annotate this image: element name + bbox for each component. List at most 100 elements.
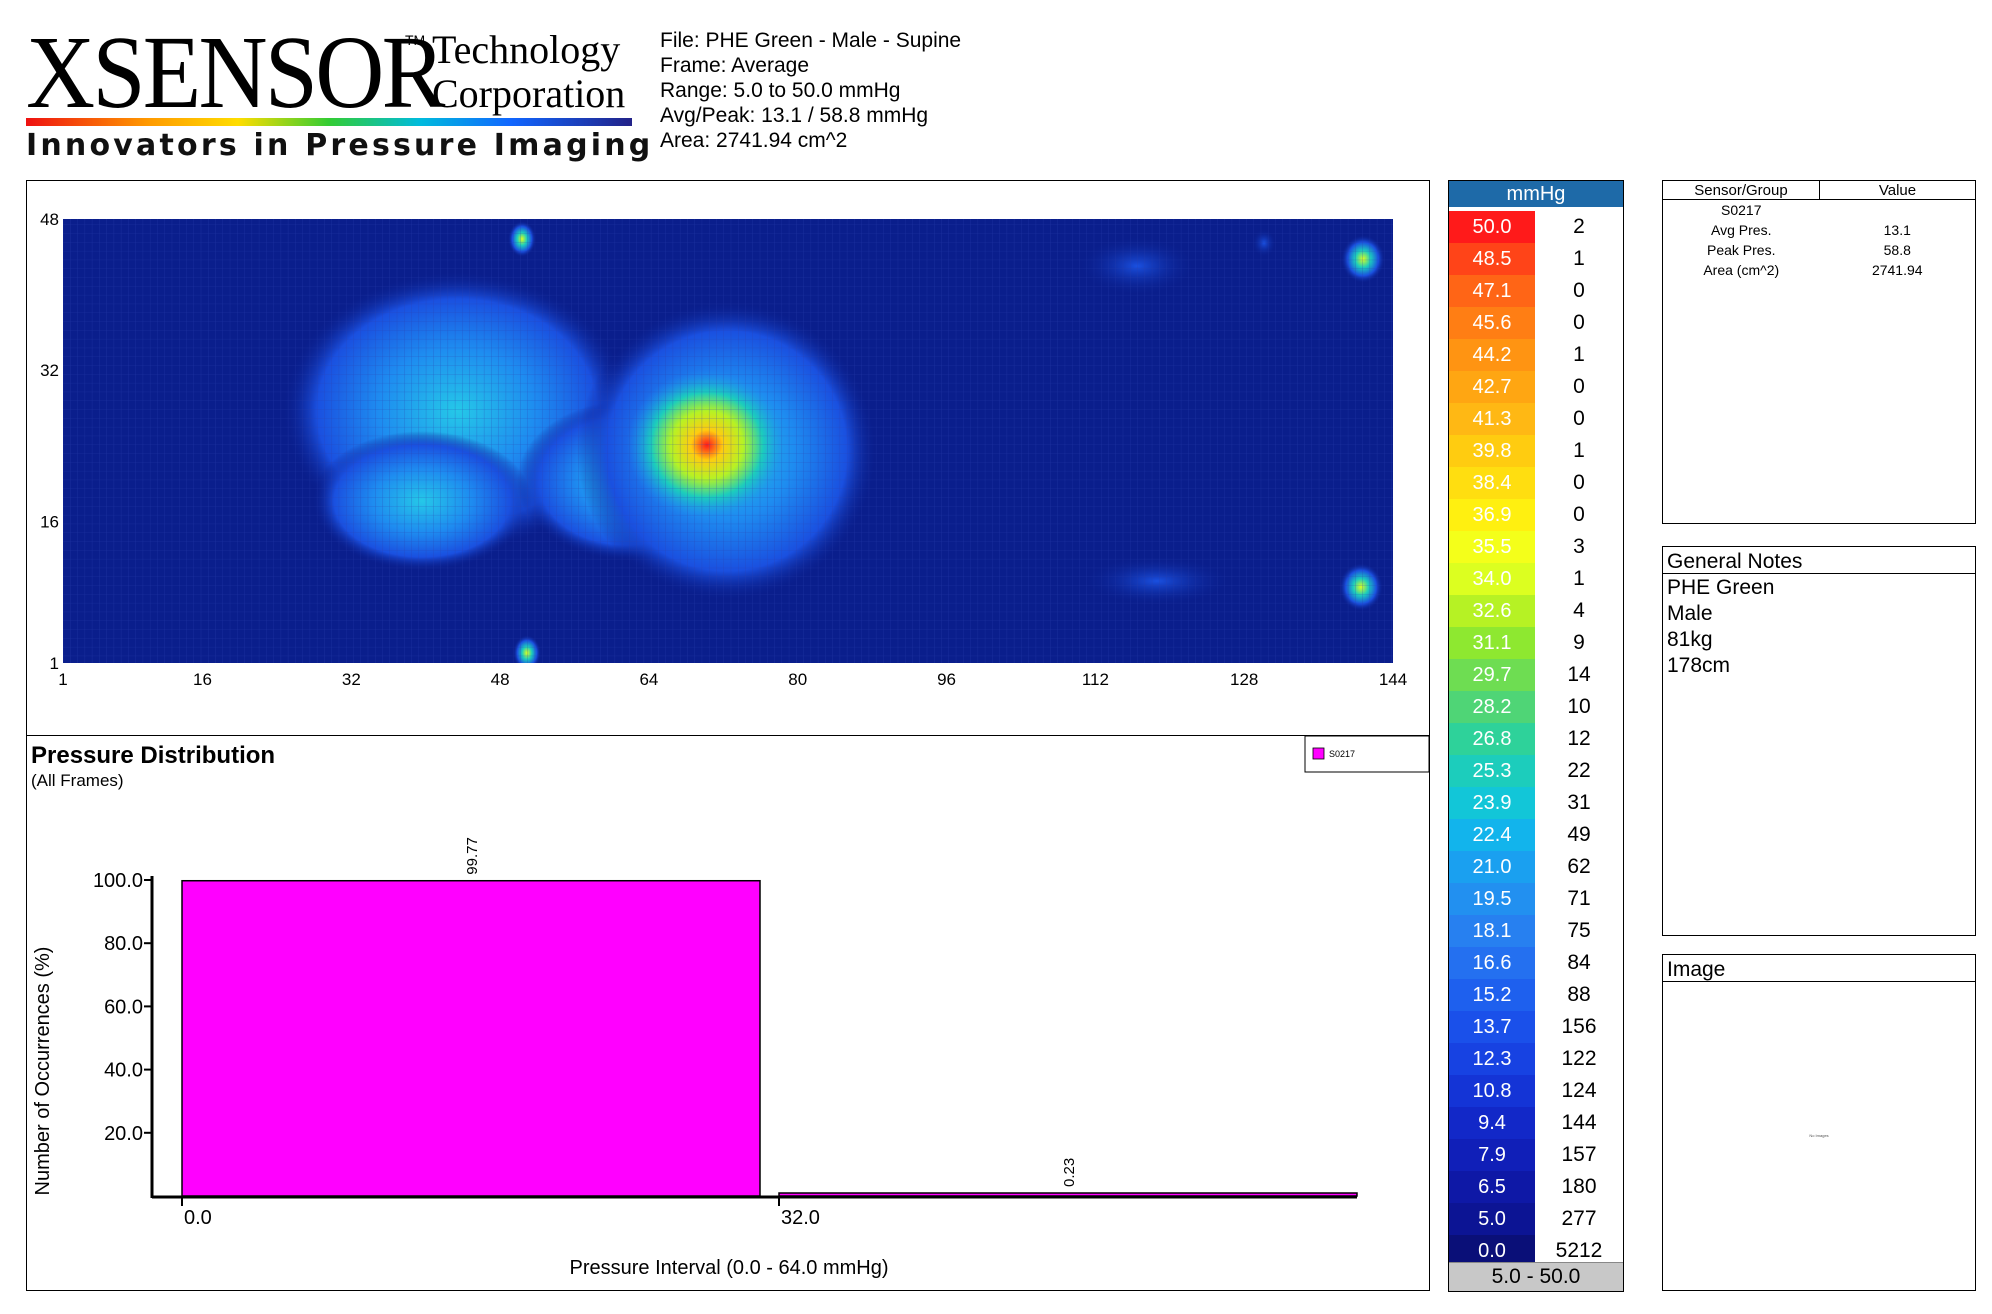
scale-level-value: 13.7 xyxy=(1449,1011,1535,1043)
scale-level-count: 2 xyxy=(1573,215,1585,238)
scale-level-count: 180 xyxy=(1561,1175,1597,1198)
frame-label: Frame: Average xyxy=(660,54,810,77)
scale-row: 7.9 157 xyxy=(1449,1139,1623,1171)
stat-value: 13.1 xyxy=(1883,222,1911,238)
scale-row: 12.3 122 xyxy=(1449,1043,1623,1075)
scale-row: 16.6 84 xyxy=(1449,947,1623,979)
scale-row: 13.7 156 xyxy=(1449,1011,1623,1043)
legend-swatch xyxy=(1312,747,1325,760)
scale-level-value: 23.9 xyxy=(1449,787,1535,819)
scale-level-value: 50.0 xyxy=(1449,211,1535,243)
scale-level-count: 122 xyxy=(1561,1047,1597,1070)
pressure-distribution-chart: Pressure Distribution (All Frames) S0217… xyxy=(31,735,1430,1279)
scale-level-value: 22.4 xyxy=(1449,819,1535,851)
scale-level-value: 26.8 xyxy=(1449,723,1535,755)
map-y-tick: 32 xyxy=(40,361,59,380)
scale-level-value: 19.5 xyxy=(1449,883,1535,915)
scale-level-count: 0 xyxy=(1573,407,1585,430)
scale-level-value: 31.1 xyxy=(1449,627,1535,659)
map-y-tick: 16 xyxy=(40,512,59,531)
stat-label: Avg Pres. xyxy=(1711,222,1772,238)
scale-level-value: 6.5 xyxy=(1449,1171,1535,1203)
stat-label: Peak Pres. xyxy=(1707,242,1776,258)
scale-row: 32.6 4 xyxy=(1449,595,1623,627)
y-tick-label: 20.0 xyxy=(104,1123,143,1145)
scale-level-count: 1 xyxy=(1573,343,1585,366)
note-line: 81kg xyxy=(1667,628,1713,651)
scale-level-value: 7.9 xyxy=(1449,1139,1535,1171)
scale-level-count: 0 xyxy=(1573,279,1585,302)
sensor-stats-table: Sensor/Group Value S0217 Avg Pres. 13.1 P… xyxy=(1663,181,1975,280)
scale-row: 38.4 0 xyxy=(1449,467,1623,499)
image-panel: Image No Images xyxy=(1662,954,1976,1291)
y-tick-label: 80.0 xyxy=(104,933,143,955)
logo-wordmark: XSENSOR xyxy=(26,15,445,130)
y-tick-label: 60.0 xyxy=(104,996,143,1018)
logo-technology: Technology xyxy=(432,27,621,72)
scale-level-value: 16.6 xyxy=(1449,947,1535,979)
scale-row: 45.6 0 xyxy=(1449,307,1623,339)
scale-level-count: 1 xyxy=(1573,247,1585,270)
scale-range: 5.0 - 50.0 xyxy=(1449,1262,1623,1291)
scale-level-value: 12.3 xyxy=(1449,1043,1535,1075)
map-y-tick: 48 xyxy=(40,210,59,229)
scale-row: 50.0 2 xyxy=(1449,211,1623,243)
scale-level-count: 71 xyxy=(1567,887,1591,910)
scale-level-count: 0 xyxy=(1573,471,1585,494)
range-label: Range: 5.0 to 50.0 mmHg xyxy=(660,79,901,102)
scale-level-value: 5.0 xyxy=(1449,1203,1535,1235)
general-notes-panel: General Notes PHE Green Male 81kg 178cm xyxy=(1662,546,1976,936)
file-info: File: PHE Green - Male - Supine Frame: A… xyxy=(660,28,961,153)
scale-level-count: 49 xyxy=(1567,823,1591,846)
scale-level-count: 277 xyxy=(1561,1207,1597,1230)
scale-level-count: 3 xyxy=(1573,535,1585,558)
map-x-tick: 80 xyxy=(788,670,807,689)
scale-unit: mmHg xyxy=(1449,181,1623,207)
color-scale-legend: mmHg 50.0 2 48.5 1 47.1 0 45.6 0 44.2 1 42.7 0 41.3 0… xyxy=(1448,180,1624,1292)
scale-row: 28.2 10 xyxy=(1449,691,1623,723)
col-value: Value xyxy=(1819,181,1975,200)
scale-level-value: 34.0 xyxy=(1449,563,1535,595)
bar-data-label: 99.77 xyxy=(464,837,481,875)
logo-corporation: Corporation xyxy=(432,71,626,116)
scale-row: 39.8 1 xyxy=(1449,435,1623,467)
scale-row: 31.1 9 xyxy=(1449,627,1623,659)
scale-level-count: 0 xyxy=(1573,503,1585,526)
sensor-grid xyxy=(63,219,1393,663)
scale-level-count: 10 xyxy=(1567,695,1591,718)
scale-row: 35.5 3 xyxy=(1449,531,1623,563)
scale-level-count: 12 xyxy=(1567,727,1591,750)
y-tick-label: 100.0 xyxy=(93,870,143,892)
scale-level-value: 36.9 xyxy=(1449,499,1535,531)
scale-row: 18.1 75 xyxy=(1449,915,1623,947)
scale-level-value: 35.5 xyxy=(1449,531,1535,563)
y-tick-label: 40.0 xyxy=(104,1060,143,1082)
scale-level-value: 45.6 xyxy=(1449,307,1535,339)
scale-row: 21.0 62 xyxy=(1449,851,1623,883)
histogram-bars: 99.77 0.23 xyxy=(181,837,1358,1197)
scale-level-value: 48.5 xyxy=(1449,243,1535,275)
table-row: Area (cm^2) 2741.94 xyxy=(1663,260,1975,280)
map-x-tick: 16 xyxy=(193,670,212,689)
scale-row: 36.9 0 xyxy=(1449,499,1623,531)
scale-level-count: 156 xyxy=(1561,1015,1597,1038)
scale-row: 41.3 0 xyxy=(1449,403,1623,435)
file-name: File: PHE Green - Male - Supine xyxy=(660,29,962,52)
map-x-tick: 96 xyxy=(937,670,956,689)
stat-value: 2741.94 xyxy=(1871,262,1923,278)
scale-level-value: 15.2 xyxy=(1449,979,1535,1011)
scale-level-value: 47.1 xyxy=(1449,275,1535,307)
scale-level-value: 10.8 xyxy=(1449,1075,1535,1107)
logo-tagline: Innovators in Pressure Imaging xyxy=(26,128,654,163)
scale-level-value: 42.7 xyxy=(1449,371,1535,403)
scale-level-count: 62 xyxy=(1567,855,1591,878)
image-title: Image xyxy=(1663,955,1975,982)
x-tick-label: 0.0 xyxy=(184,1207,212,1229)
scale-row: 48.5 1 xyxy=(1449,243,1623,275)
histogram-bar xyxy=(181,879,761,1197)
scale-level-value: 18.1 xyxy=(1449,915,1535,947)
note-line: Male xyxy=(1667,602,1713,625)
scale-row: 44.2 1 xyxy=(1449,339,1623,371)
scale-row: 42.7 0 xyxy=(1449,371,1623,403)
scale-level-count: 14 xyxy=(1567,663,1591,686)
